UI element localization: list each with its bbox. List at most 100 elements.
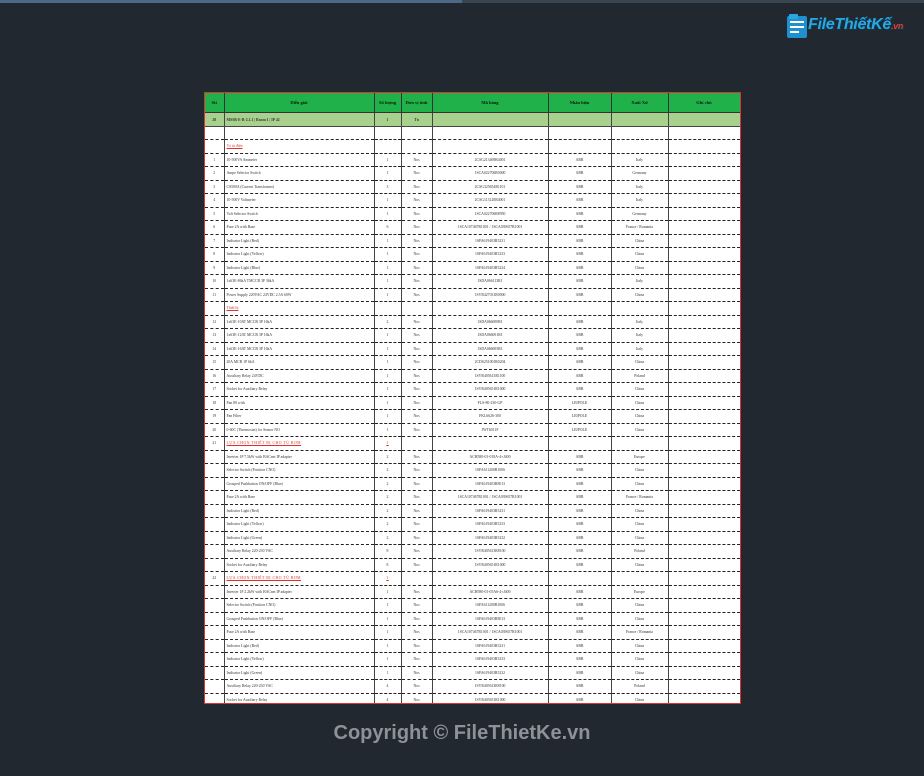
cell-qty: 2 [374, 315, 402, 329]
cell-no [205, 504, 225, 518]
cell-no: 7 [205, 234, 225, 248]
section-row: 28 MSSB-E-B-2.1.1 | Room 1 | IP 42 1 Tủ [205, 112, 740, 127]
header-description: Diễn giải [224, 93, 375, 113]
cell-no: 20 [205, 423, 225, 437]
top-strip [0, 0, 924, 3]
cell-note [668, 396, 740, 410]
cell-desc: CS500A (Current Transformer) [224, 180, 375, 194]
table-row: Auxiliary Relay 220-230 VAC 4 Nos 1SVR40561… [205, 679, 740, 694]
cell-code: 1SFA619403R8013 [432, 477, 549, 491]
cell-no [205, 477, 225, 491]
cell-code: 1SFA619403R5234 [432, 261, 549, 275]
cell-note [668, 153, 740, 167]
cell-brand: ABB [548, 355, 612, 370]
cell-desc: 0-60C (Thermostat) for Sensor NO [224, 423, 375, 437]
cell-note [668, 126, 740, 140]
cell-unit: Nos [401, 652, 433, 667]
cell-qty: 1 [374, 274, 402, 289]
cell-code: 1SCA107467R1001 / 1SCA039657R1001 [432, 625, 549, 640]
cell-qty: 1 [374, 328, 402, 343]
cell-desc: Socket for Auxiliary Relay [224, 558, 375, 572]
cell-no [205, 490, 225, 505]
cell-desc: Fan 80 with [224, 396, 375, 410]
cell-desc: Indicator Light (Blue) [224, 261, 375, 275]
cell-origin: Poland [611, 679, 669, 694]
table-row: Socket for Auxiliary Relay 8 Nos 1SVR405651… [205, 558, 740, 572]
cell-code: 1SDA066113R1 [432, 274, 549, 289]
cell-note [668, 139, 740, 154]
cell-unit: Nos [401, 369, 433, 383]
cell-note [668, 436, 740, 451]
cell-note [668, 612, 740, 626]
cell-qty: 4 [374, 679, 402, 694]
table-row: 16 Auxiliary Relay 24VDC 1 Nos 1SVR405613R11… [205, 369, 740, 383]
cell-brand: ABB [548, 639, 612, 653]
cell-desc: Indicator Light (Yellow) [224, 652, 375, 667]
table-row: Auxiliary Relay 220-230 VAC 8 Nos 1SVR40561… [205, 544, 740, 559]
copyright-text: Copyright © FileThietKe.vn [333, 722, 591, 744]
cell-unit: Nos [401, 544, 433, 559]
cell-note [668, 288, 740, 302]
cell-brand [548, 571, 612, 586]
cell-brand: ABB [548, 450, 612, 464]
table-row: 1 10-500VA Ammeter 1 Nos 2CSG213469R4001 ABB I… [205, 153, 740, 167]
cell-no: 1 [205, 153, 225, 167]
cell-brand: ABB [548, 153, 612, 167]
cell-code: 1SFA619403R5231 [432, 504, 549, 518]
logo-folder-icon [787, 14, 807, 38]
cell-unit: Nos [401, 261, 433, 275]
cell-origin: Italy [611, 328, 669, 343]
site-logo[interactable]: FileThiếtKế.vn [786, 12, 903, 42]
cell-code: 1SFA619403R5233 [432, 247, 549, 262]
cell-no [205, 450, 225, 464]
cell-qty: 1 [374, 598, 402, 613]
cell-desc: Socket for Auxiliary Relay [224, 693, 375, 703]
cell-unit: Nos [401, 504, 433, 518]
cell-desc: LỰA CHỌN THIẾT BỊ CHO TỦ BƠM [224, 436, 375, 451]
cell-note [668, 558, 740, 572]
cell-code: 1SVR405613R1100 [432, 369, 549, 383]
cell-unit: Nos [401, 193, 433, 208]
cell-no: 21 [205, 436, 225, 451]
table-row: 19 Fan Filter 1 Nos FKL6626-300 LEIPOLE China [205, 409, 740, 424]
cell-desc: Selector Switch (Position CNO) [224, 463, 375, 478]
cell-qty: 1 [374, 612, 402, 626]
cell-origin: Italy [611, 180, 669, 194]
cell-no [205, 517, 225, 532]
cell-note [668, 355, 740, 370]
cell-no: 4 [205, 193, 225, 208]
cell-no [205, 625, 225, 640]
cell-origin: China [611, 598, 669, 613]
cell-code: FLS-80-230-GP [432, 396, 549, 410]
cell-code: 2CDS251001R0204 [432, 355, 549, 370]
cell-no: 6 [205, 220, 225, 235]
cell-unit: Nos [401, 328, 433, 343]
cell-origin: Germany [611, 207, 669, 221]
cell-note [668, 463, 740, 478]
cell-note [668, 639, 740, 653]
cell-note [668, 315, 740, 329]
cell-unit: Nos [401, 207, 433, 221]
table-row: 8 Indicator Light (Yellow) 1 Nos 1SFA619403R… [205, 247, 740, 262]
cell-desc: MSSB-E-B-2.1.1 | Room 1 | IP 42 [224, 112, 375, 127]
cell-unit: Nos [401, 166, 433, 181]
cell-brand: ABB [548, 220, 612, 235]
cell-qty: 1 [374, 382, 402, 397]
cell-code: 2CSG325654R1101 [432, 180, 549, 194]
cell-brand: ABB [548, 625, 612, 640]
cell-origin: China [611, 652, 669, 667]
cell-desc: Socket for Auxiliary Relay [224, 382, 375, 397]
cell-brand: ABB [548, 274, 612, 289]
cell-brand: ABB [548, 679, 612, 694]
cell-brand [548, 436, 612, 451]
cell-code: FKL6626-300 [432, 409, 549, 424]
table-row: Socket for Auxiliary Relay 4 Nos 1SVR405651… [205, 693, 740, 703]
cell-origin: China [611, 261, 669, 275]
cell-brand: ABB [548, 247, 612, 262]
cell-desc: Fuse 2A with Base [224, 625, 375, 640]
cell-qty: 1 [374, 288, 402, 302]
cell-unit [401, 436, 433, 451]
cell-origin: France / Romania [611, 220, 669, 235]
cell-desc: Inverter 1P 2.2kW with BACnet IP adapter [224, 585, 375, 599]
cell-code: 1SCA022706R0000 [432, 166, 549, 181]
